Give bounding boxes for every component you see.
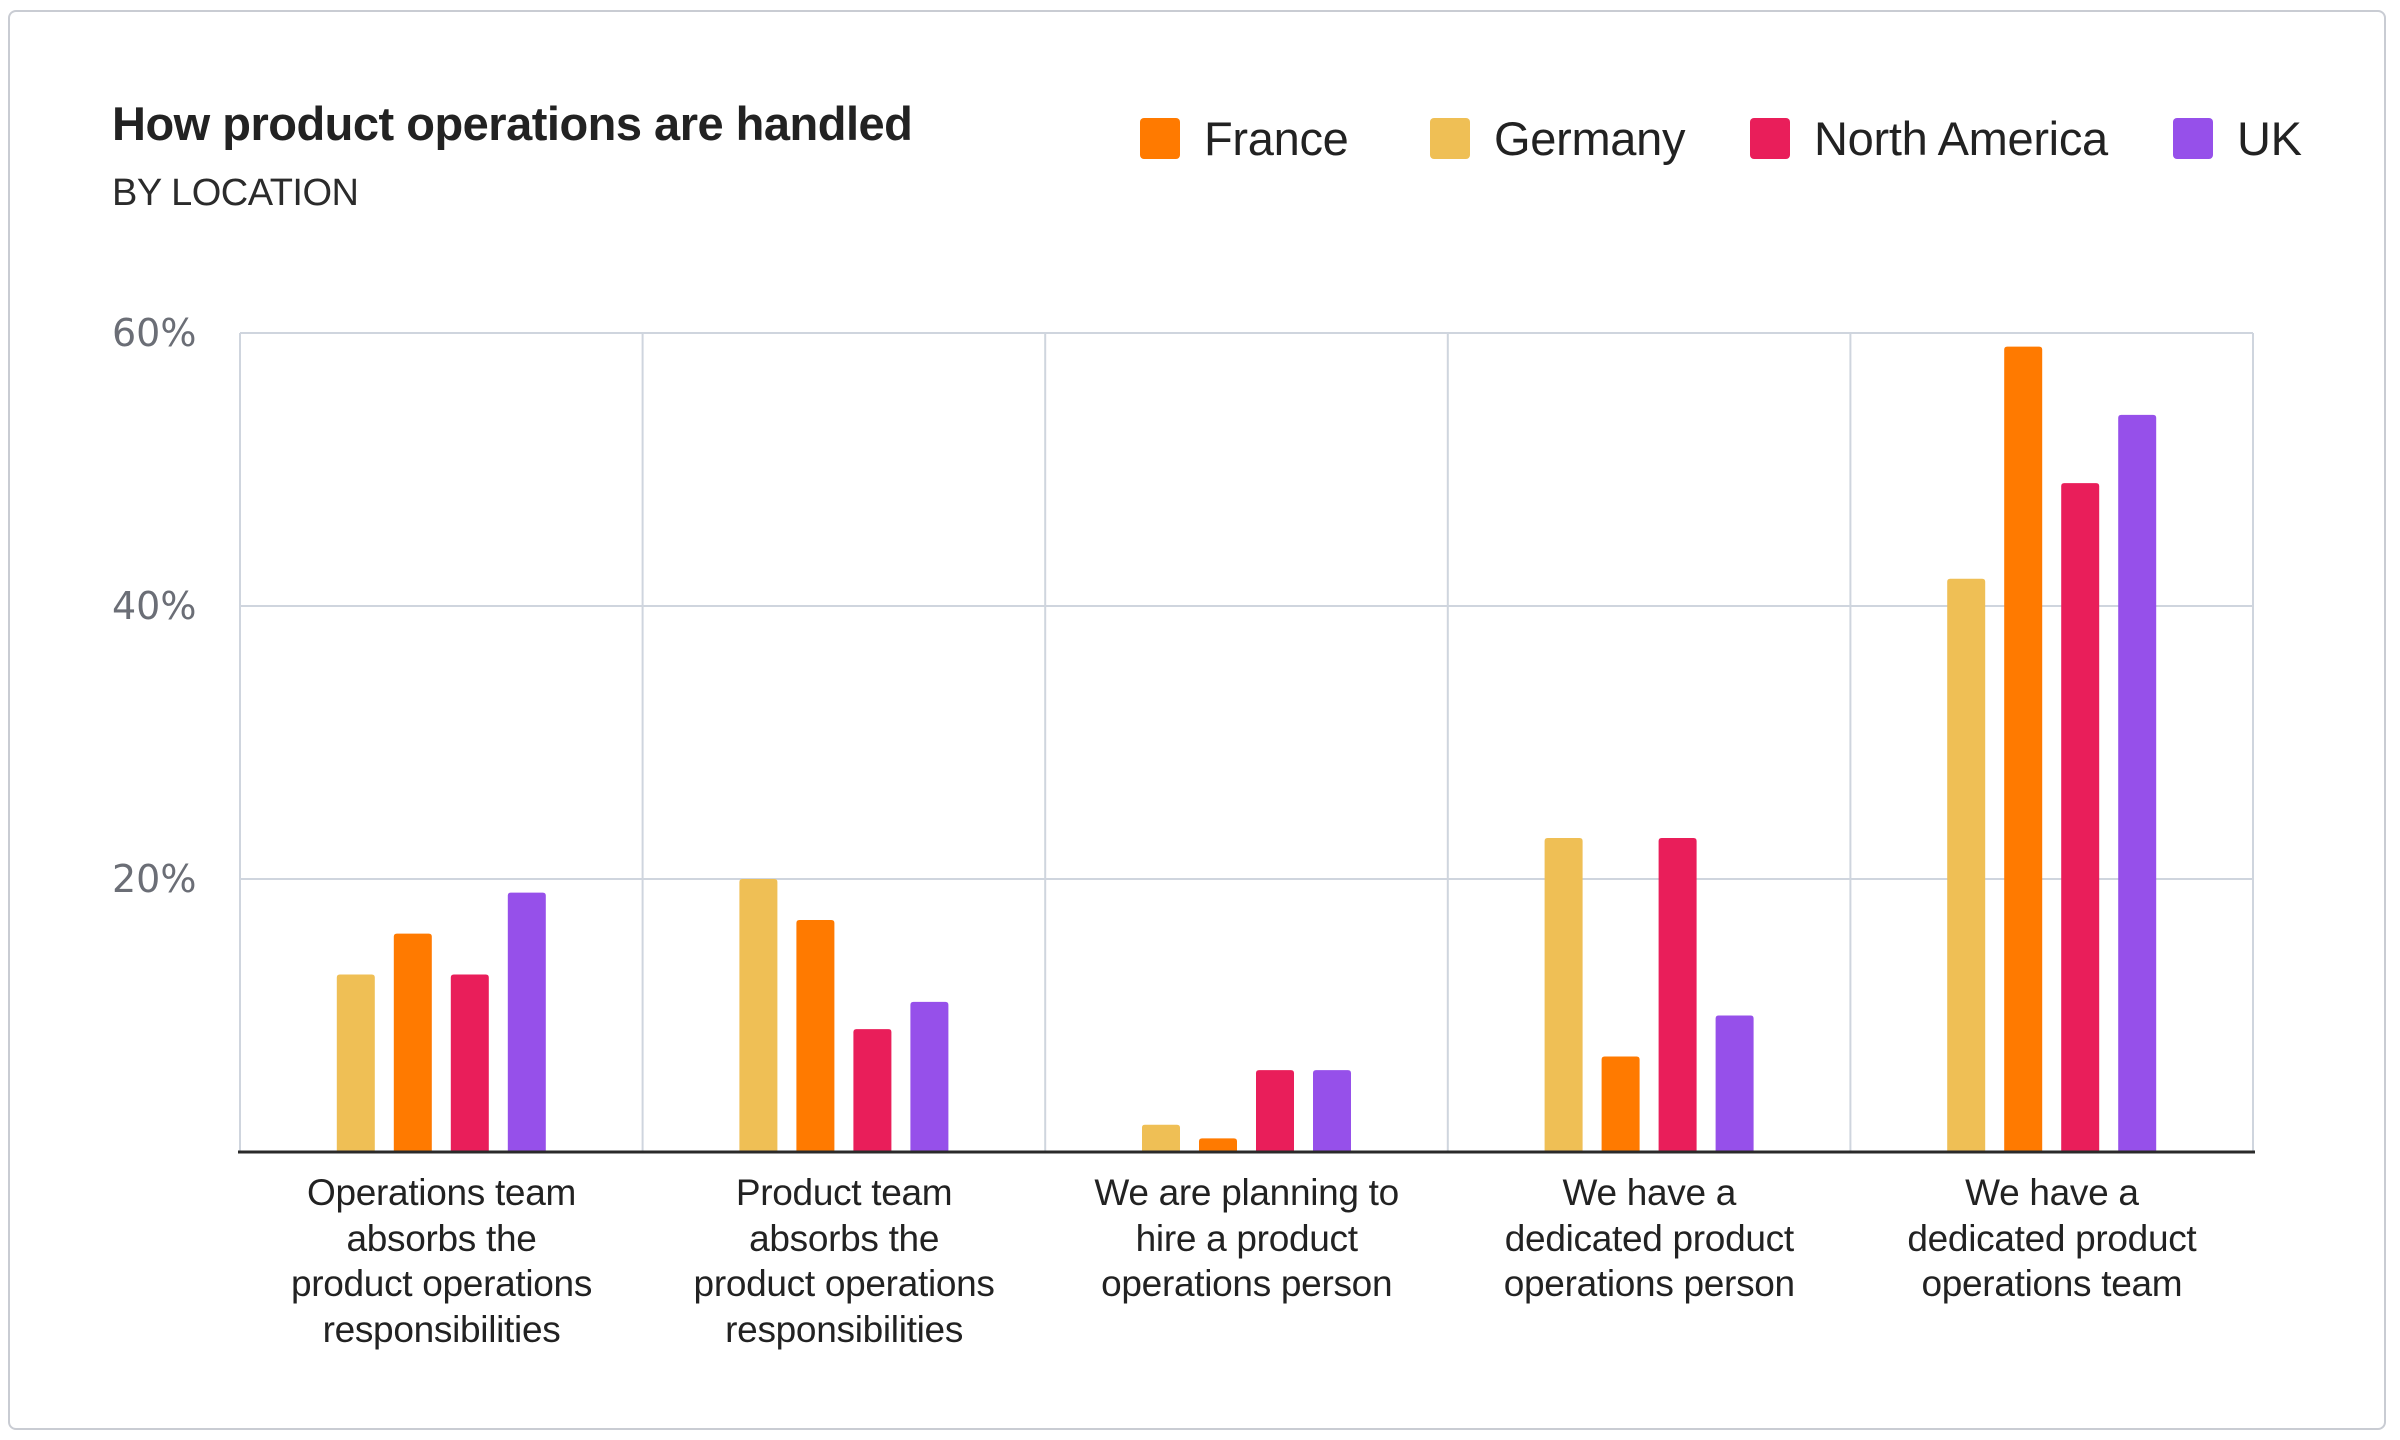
x-tick-label: We have a dedicated product operations tea… — [1850, 1170, 2253, 1307]
y-tick-label: 20% — [112, 857, 196, 901]
bar-north-america — [1658, 838, 1697, 1152]
bar-uk — [910, 1001, 949, 1152]
x-tick-label-line: Operations team — [306, 1172, 577, 1213]
x-tick-label-line: absorbs the — [346, 1217, 537, 1259]
bar-france — [2004, 346, 2043, 1152]
bar-germany — [1947, 578, 1986, 1152]
x-tick-label-line: product operations — [290, 1263, 593, 1304]
bar-north-america — [853, 1029, 892, 1152]
x-tick-label-line: operations person — [1101, 1263, 1393, 1304]
bar-uk — [1715, 1015, 1754, 1152]
x-tick-label-line: responsibilities — [725, 1308, 964, 1350]
x-tick-label: We have a dedicated product operations per… — [1448, 1170, 1851, 1307]
x-tick-label-line: absorbs the — [749, 1217, 940, 1259]
x-tick-label-line: hire a product — [1135, 1217, 1358, 1259]
bar-uk — [507, 892, 546, 1152]
x-tick-label: Operations team absorbs the product operat… — [240, 1170, 643, 1352]
x-tick-label-line: dedicated product — [1907, 1217, 2197, 1259]
bar-uk — [2118, 414, 2157, 1152]
x-tick-label-line: Product team — [735, 1172, 953, 1213]
bar-france — [796, 919, 835, 1152]
bar-germany — [1544, 838, 1583, 1152]
x-tick-label-line: product operations — [693, 1263, 995, 1304]
x-tick-label-line: operations person — [1503, 1263, 1795, 1304]
x-tick-label-line: We are planning to — [1094, 1172, 1399, 1213]
bar-north-america — [450, 974, 489, 1152]
x-tick-label-line: operations team — [1921, 1263, 2183, 1304]
x-tick-label-line: responsibilities — [322, 1308, 561, 1350]
x-tick-label-line: dedicated product — [1504, 1217, 1794, 1259]
bar-france — [1601, 1056, 1640, 1152]
x-tick-label-line: We have a — [1965, 1172, 2139, 1213]
bar-germany — [739, 879, 778, 1152]
bar-uk — [1313, 1070, 1351, 1152]
x-tick-label: We are planning to hire a product operatio… — [1045, 1170, 1448, 1307]
bar-north-america — [1256, 1070, 1294, 1152]
bar-france — [393, 933, 432, 1152]
bar-north-america — [2061, 483, 2100, 1152]
x-tick-label-line: We have a — [1562, 1172, 1737, 1213]
y-tick-label: 60% — [112, 311, 196, 355]
bar-france — [1199, 1138, 1237, 1152]
bar-germany — [1142, 1124, 1180, 1152]
bar-germany — [336, 974, 375, 1152]
x-tick-label: Product team absorbs the product operation… — [643, 1170, 1046, 1352]
y-tick-label: 40% — [112, 584, 196, 628]
